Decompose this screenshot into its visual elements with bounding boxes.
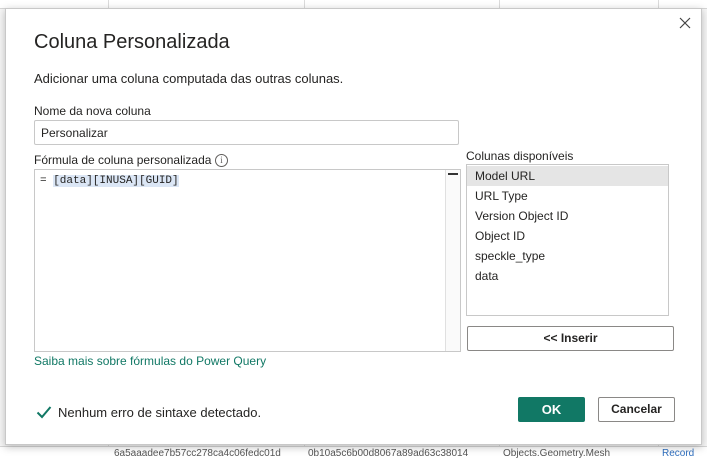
column-item-object-id[interactable]: Object ID xyxy=(467,226,668,246)
formula-expression: [data][INUSA][GUID] xyxy=(53,175,179,187)
formula-editor[interactable]: = [data][INUSA][GUID] xyxy=(34,169,461,352)
dialog-subtitle: Adicionar uma coluna computada das outra… xyxy=(34,71,344,86)
ok-button[interactable]: OK xyxy=(518,397,585,422)
formula-label: Fórmula de coluna personalizada xyxy=(34,153,212,167)
checkmark-icon xyxy=(36,405,52,419)
background-data-row: 6a5aaadee7b57cc278ca4c06fedc01d 0b10a5c6… xyxy=(0,446,707,458)
column-name-label: Nome da nova coluna xyxy=(34,104,151,118)
column-item-data[interactable]: data xyxy=(467,266,668,286)
formula-prefix: = xyxy=(40,175,54,187)
scrollbar-thumb[interactable] xyxy=(448,173,458,175)
insert-button[interactable]: << Inserir xyxy=(467,326,674,351)
dialog-title: Coluna Personalizada xyxy=(34,31,230,53)
available-columns-label: Colunas disponíveis xyxy=(466,149,574,163)
syntax-status: Nenhum erro de sintaxe detectado. xyxy=(58,405,262,420)
info-icon[interactable]: i xyxy=(215,154,228,167)
learn-more-link[interactable]: Saiba mais sobre fórmulas do Power Query xyxy=(34,354,266,368)
cancel-button[interactable]: Cancelar xyxy=(598,397,675,422)
formula-text[interactable]: = [data][INUSA][GUID] xyxy=(40,175,179,187)
close-icon[interactable] xyxy=(677,15,693,31)
available-columns-list[interactable]: Model URL URL Type Version Object ID Obj… xyxy=(466,164,669,316)
column-item-speckle-type[interactable]: speckle_type xyxy=(467,246,668,266)
column-name-input[interactable] xyxy=(34,120,459,145)
formula-scrollbar[interactable] xyxy=(445,170,460,351)
column-item-model-url[interactable]: Model URL xyxy=(467,166,668,186)
custom-column-dialog: Coluna Personalizada Adicionar uma colun… xyxy=(5,8,702,445)
column-item-url-type[interactable]: URL Type xyxy=(467,186,668,206)
column-item-version-object-id[interactable]: Version Object ID xyxy=(467,206,668,226)
